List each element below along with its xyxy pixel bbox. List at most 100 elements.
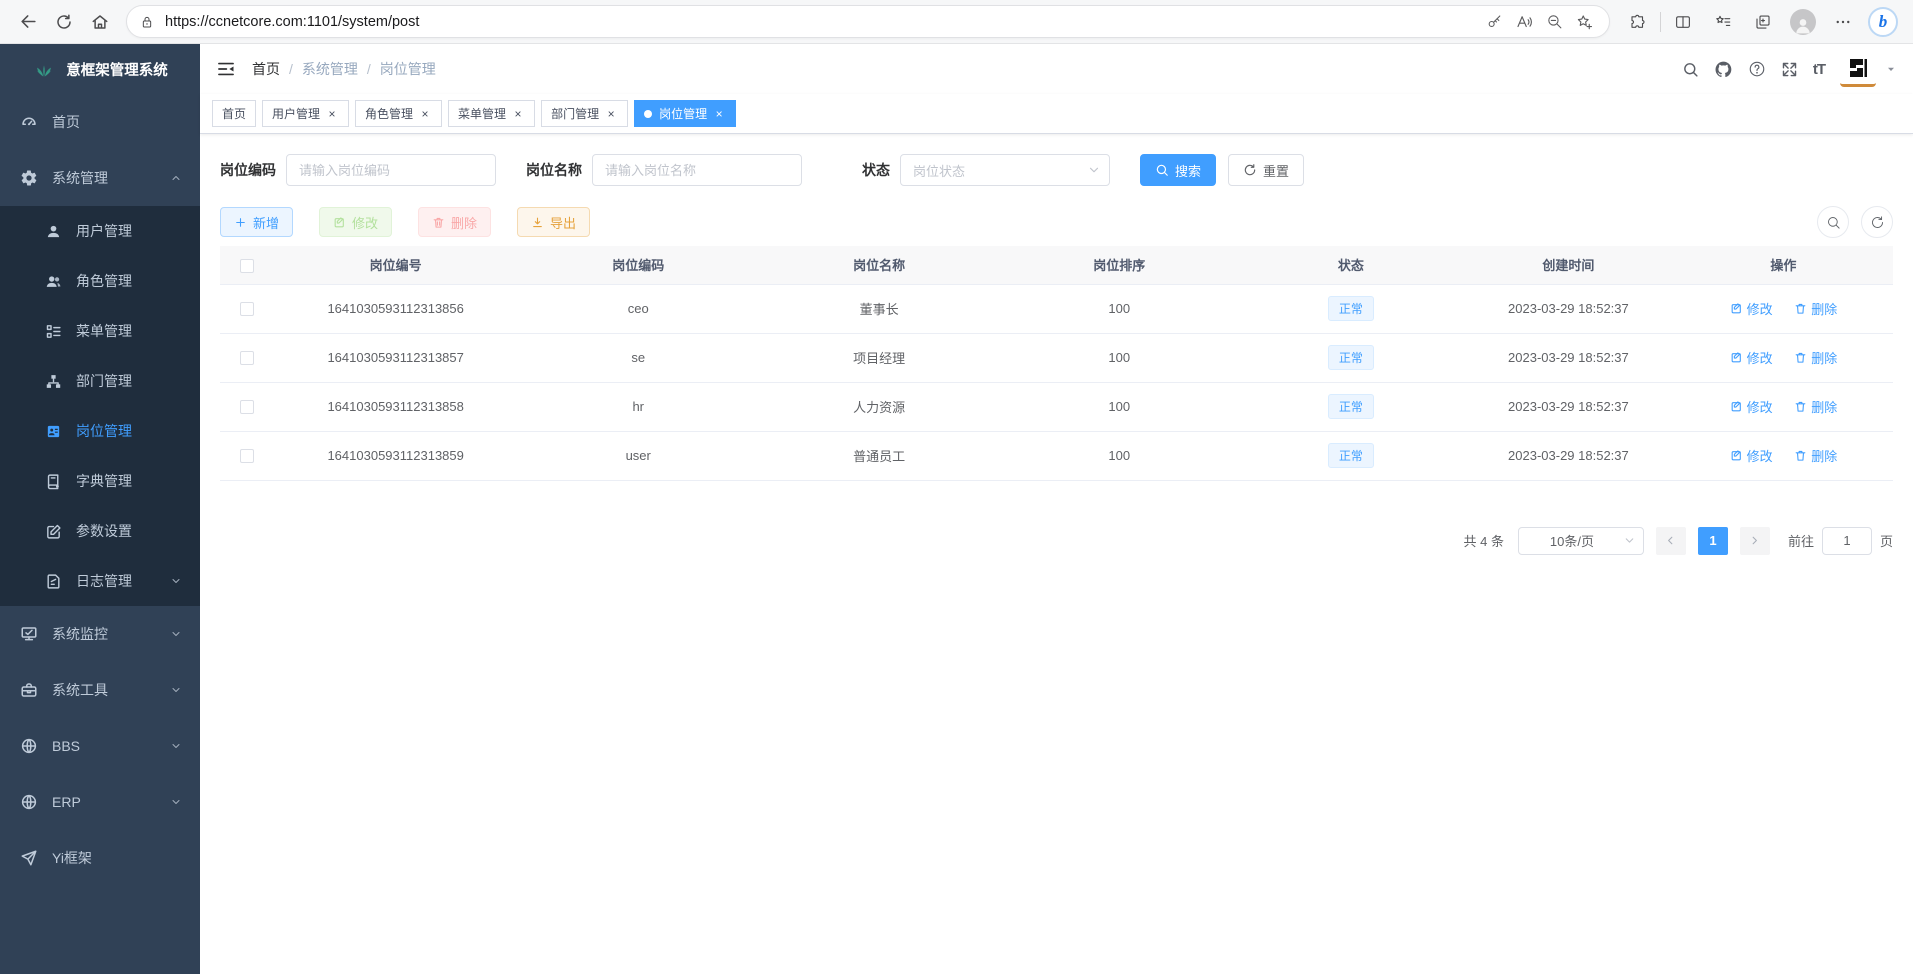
edit-button-label: 修改 (352, 213, 378, 232)
row-checkbox[interactable] (240, 449, 254, 463)
post-name-input[interactable] (592, 154, 802, 186)
github-icon[interactable] (1714, 60, 1733, 79)
read-aloud-icon[interactable] (1509, 8, 1539, 36)
header-search-icon[interactable] (1682, 61, 1699, 78)
tab-user-management[interactable]: 用户管理 × (262, 100, 349, 127)
row-edit-link[interactable]: 修改 (1730, 348, 1773, 367)
page-number-button[interactable]: 1 (1698, 527, 1728, 555)
breadcrumb-home[interactable]: 首页 (252, 59, 280, 79)
status-select[interactable]: 岗位状态 (900, 154, 1110, 186)
edit-icon (44, 522, 62, 540)
table-header-row: 岗位编号 岗位编码 岗位名称 岗位排序 状态 创建时间 操作 (220, 246, 1893, 284)
tab-label: 岗位管理 (659, 105, 707, 122)
row-edit-link[interactable]: 修改 (1730, 299, 1773, 318)
goto-page-input[interactable] (1822, 527, 1872, 555)
cell-post-name: 普通员工 (759, 431, 1000, 480)
collapse-sidebar-icon[interactable] (216, 59, 236, 79)
add-button[interactable]: 新增 (220, 207, 293, 237)
browser-profile-avatar[interactable] (1783, 5, 1823, 39)
sidebar-item-label: ERP (52, 794, 81, 810)
next-page-button[interactable] (1740, 527, 1770, 555)
collections-icon[interactable] (1743, 5, 1783, 39)
search-button[interactable]: 搜索 (1140, 154, 1216, 186)
browser-toolbar: https://ccnetcore.com:1101/system/post (0, 0, 1913, 44)
export-button[interactable]: 导出 (517, 207, 590, 237)
refresh-table-button[interactable] (1861, 206, 1893, 238)
favorites-icon[interactable] (1703, 5, 1743, 39)
globe-icon (20, 793, 38, 811)
tab-department-management[interactable]: 部门管理 × (541, 100, 628, 127)
browser-refresh-button[interactable] (46, 5, 82, 39)
show-search-toggle-button[interactable] (1817, 206, 1849, 238)
zoom-out-icon[interactable] (1539, 8, 1569, 36)
split-screen-icon[interactable] (1663, 5, 1703, 39)
edit-button[interactable]: 修改 (319, 207, 392, 237)
select-all-checkbox[interactable] (240, 259, 254, 273)
sidebar-item-post-management[interactable]: 岗位管理 (0, 406, 200, 456)
delete-button-label: 删除 (451, 213, 477, 232)
sidebar-item-home[interactable]: 首页 (0, 94, 200, 150)
row-delete-link[interactable]: 删除 (1794, 299, 1837, 318)
password-key-icon[interactable] (1479, 8, 1509, 36)
sidebar-item-user-management[interactable]: 用户管理 (0, 206, 200, 256)
row-delete-link[interactable]: 删除 (1794, 397, 1837, 416)
sidebar-item-role-management[interactable]: 角色管理 (0, 256, 200, 306)
close-icon[interactable]: × (325, 107, 339, 121)
tab-post-management[interactable]: 岗位管理 × (634, 100, 736, 127)
browser-menu-icon[interactable] (1823, 5, 1863, 39)
copilot-icon[interactable]: b (1863, 5, 1903, 39)
address-bar[interactable]: https://ccnetcore.com:1101/system/post (126, 5, 1610, 38)
reset-button[interactable]: 重置 (1228, 154, 1304, 186)
sidebar-item-erp[interactable]: ERP (0, 774, 200, 830)
tab-role-management[interactable]: 角色管理 × (355, 100, 442, 127)
tab-menu-management[interactable]: 菜单管理 × (448, 100, 535, 127)
cell-post-sort: 100 (1000, 431, 1239, 480)
row-delete-link[interactable]: 删除 (1794, 446, 1837, 465)
close-icon[interactable]: × (712, 107, 726, 121)
column-header-status: 状态 (1239, 246, 1463, 284)
add-favorite-star-icon[interactable] (1569, 8, 1599, 36)
close-icon[interactable]: × (511, 107, 525, 121)
row-checkbox[interactable] (240, 351, 254, 365)
chevron-down-icon (1623, 534, 1636, 547)
delete-button[interactable]: 删除 (418, 207, 491, 237)
sidebar-item-dictionary-management[interactable]: 字典管理 (0, 456, 200, 506)
table-row: 1641030593112313857 se 项目经理 100 正常 2023-… (220, 333, 1893, 382)
page-size-select[interactable]: 10条/页 (1518, 527, 1644, 555)
gear-icon (20, 169, 38, 187)
sidebar-item-bbs[interactable]: BBS (0, 718, 200, 774)
row-edit-link[interactable]: 修改 (1730, 397, 1773, 416)
sidebar-item-yi-framework[interactable]: Yi框架 (0, 830, 200, 886)
prev-page-button[interactable] (1656, 527, 1686, 555)
close-icon[interactable]: × (418, 107, 432, 121)
fullscreen-icon[interactable] (1781, 61, 1798, 78)
close-icon[interactable]: × (604, 107, 618, 121)
sidebar-item-log-management[interactable]: 日志管理 (0, 556, 200, 606)
row-edit-link[interactable]: 修改 (1730, 446, 1773, 465)
sidebar-item-menu-management[interactable]: 菜单管理 (0, 306, 200, 356)
cell-post-id: 1641030593112313859 (274, 431, 518, 480)
help-question-icon[interactable] (1748, 60, 1766, 78)
cell-post-name: 人力资源 (759, 382, 1000, 431)
tab-home[interactable]: 首页 (212, 100, 256, 127)
extensions-icon[interactable] (1618, 5, 1658, 39)
caret-down-icon[interactable] (1885, 63, 1897, 75)
browser-back-button[interactable] (10, 5, 46, 39)
post-code-input[interactable] (286, 154, 496, 186)
font-size-icon[interactable]: tT (1813, 61, 1825, 78)
browser-home-button[interactable] (82, 5, 118, 39)
post-code-label: 岗位编码 (220, 160, 276, 180)
tab-label: 用户管理 (272, 105, 320, 122)
sidebar-item-department-management[interactable]: 部门管理 (0, 356, 200, 406)
user-avatar[interactable] (1840, 51, 1876, 87)
post-table: 岗位编号 岗位编码 岗位名称 岗位排序 状态 创建时间 操作 164103059… (220, 246, 1893, 481)
post-name-label: 岗位名称 (526, 160, 582, 180)
row-delete-link[interactable]: 删除 (1794, 348, 1837, 367)
sidebar-item-parameter-settings[interactable]: 参数设置 (0, 506, 200, 556)
row-checkbox[interactable] (240, 400, 254, 414)
toolbox-icon (20, 681, 38, 699)
sidebar-item-system-monitor[interactable]: 系统监控 (0, 606, 200, 662)
sidebar-item-system-management[interactable]: 系统管理 (0, 150, 200, 206)
row-checkbox[interactable] (240, 302, 254, 316)
sidebar-item-system-tools[interactable]: 系统工具 (0, 662, 200, 718)
